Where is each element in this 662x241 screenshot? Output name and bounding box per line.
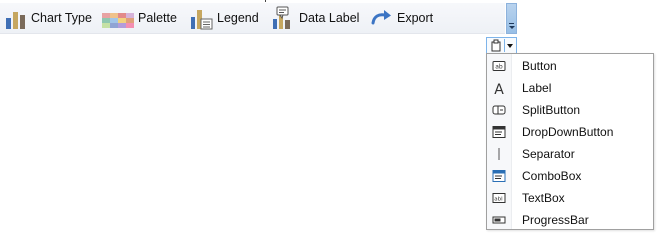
textbox-icon: abl	[492, 191, 506, 205]
combobox-icon	[492, 169, 506, 183]
export-arrow-icon	[370, 6, 394, 30]
add-item-menu: ab Button A Label SplitButton DropDownBu…	[486, 53, 654, 230]
chart-type-icon	[4, 6, 28, 30]
menu-item-label: ProgressBar	[522, 213, 589, 227]
split-divider	[504, 39, 505, 52]
designer-surface: Chart Type Palette Legend Data Label Exp…	[0, 0, 662, 241]
button-icon: ab	[492, 59, 506, 73]
export-label: Export	[397, 11, 434, 25]
menu-item-label: Separator	[522, 147, 575, 161]
menu-item-label: Label	[522, 81, 552, 95]
svg-text:abl: abl	[494, 197, 503, 203]
menu-item-label: SplitButton	[522, 103, 581, 117]
add-toolstrip-item-button[interactable]	[486, 37, 517, 54]
overflow-caret-icon	[509, 26, 515, 29]
legend-icon	[190, 6, 214, 30]
label-icon: A	[492, 81, 506, 98]
palette-button[interactable]: Palette	[102, 3, 177, 33]
toolbar-overflow-button[interactable]	[506, 3, 517, 34]
menu-item-label: Button	[522, 59, 557, 73]
data-label-button[interactable]: Data Label	[272, 3, 359, 33]
menu-item-progressbar[interactable]: ProgressBar	[487, 209, 653, 231]
menu-item-dropdownbutton[interactable]: DropDownButton	[487, 121, 653, 143]
menu-item-splitbutton[interactable]: SplitButton	[487, 99, 653, 121]
data-label-icon	[272, 6, 296, 30]
menu-item-label: DropDownButton	[522, 125, 614, 139]
svg-text:A: A	[494, 82, 504, 95]
menu-item-combobox[interactable]: ComboBox	[487, 165, 653, 187]
menu-item-textbox[interactable]: abl TextBox	[487, 187, 653, 209]
legend-label: Legend	[217, 11, 259, 25]
menu-item-label: TextBox	[522, 191, 565, 205]
chart-toolbar: Chart Type Palette Legend Data Label Exp…	[0, 3, 505, 34]
separator-icon	[492, 147, 506, 161]
dropdown-button-icon	[492, 125, 506, 139]
export-button[interactable]: Export	[370, 3, 433, 33]
palette-label: Palette	[138, 11, 177, 25]
split-button-icon	[492, 103, 506, 117]
menu-item-label: ComboBox	[522, 169, 582, 183]
chevron-down-icon[interactable]	[507, 44, 513, 48]
menu-item-button[interactable]: ab Button	[487, 55, 653, 77]
add-toolstrip-item-icon	[490, 39, 502, 52]
palette-icon	[102, 6, 135, 30]
menu-item-label-control[interactable]: A Label	[487, 77, 653, 99]
chart-type-label: Chart Type	[31, 11, 92, 25]
data-label-label: Data Label	[299, 11, 360, 25]
menu-item-separator[interactable]: Separator	[487, 143, 653, 165]
toolbar-overflow-chevron-icon	[509, 23, 514, 24]
svg-text:ab: ab	[495, 64, 503, 71]
chart-type-button[interactable]: Chart Type	[4, 3, 92, 33]
legend-button[interactable]: Legend	[190, 3, 259, 33]
progressbar-icon	[492, 213, 506, 227]
resize-marker	[265, 0, 266, 2]
